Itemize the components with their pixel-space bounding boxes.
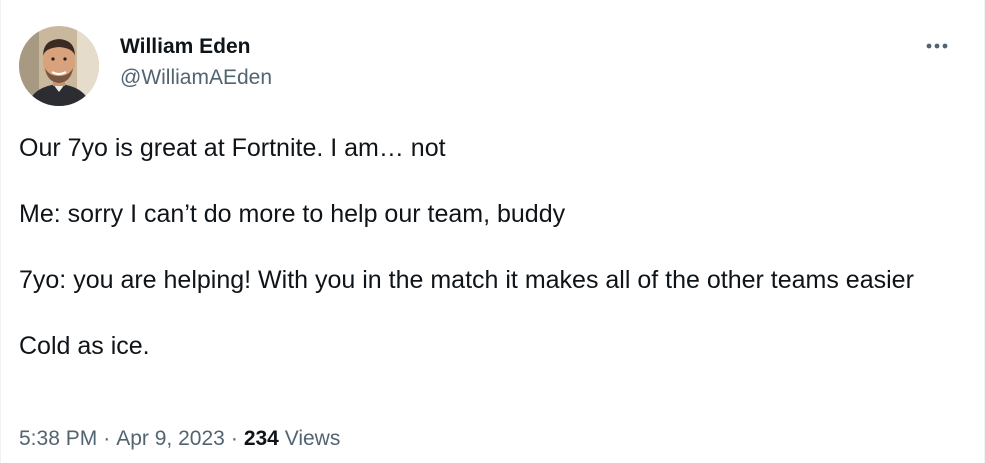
tweet-timestamp-link[interactable]: 5:38 PM · Apr 9, 2023 (19, 427, 225, 450)
more-horizontal-icon[interactable] (924, 36, 950, 56)
avatar[interactable] (19, 26, 99, 106)
author-names: William Eden @WilliamAEden (120, 34, 272, 92)
tweet-time: 5:38 PM (19, 427, 98, 450)
tweet-card: William Eden @WilliamAEden Our 7yo is gr… (0, 0, 985, 463)
views-count: 234 (243, 427, 279, 450)
avatar-photo (19, 26, 99, 106)
tweet-header: William Eden @WilliamAEden (19, 26, 272, 106)
tweet-paragraph: Cold as ice. (19, 332, 150, 360)
author-handle[interactable]: @WilliamAEden (120, 64, 272, 92)
tweet-date: Apr 9, 2023 (116, 427, 225, 450)
tweet-text: Our 7yo is great at Fortnite. I am… not … (19, 132, 939, 396)
tweet-paragraph: 7yo: you are helping! With you in the ma… (19, 266, 914, 294)
meta-separator: · (103, 427, 111, 450)
views-label: Views (284, 427, 341, 450)
views-link[interactable]: 234 Views (244, 427, 341, 450)
tweet-paragraph: Our 7yo is great at Fortnite. I am… not (19, 134, 446, 162)
tweet-metadata: 5:38 PM · Apr 9, 2023 · 234 Views (19, 425, 340, 453)
meta-separator: · (230, 427, 238, 450)
author-display-name[interactable]: William Eden (120, 34, 272, 60)
more-icon-glyph (926, 43, 948, 49)
tweet-paragraph: Me: sorry I can’t do more to help our te… (19, 200, 566, 228)
